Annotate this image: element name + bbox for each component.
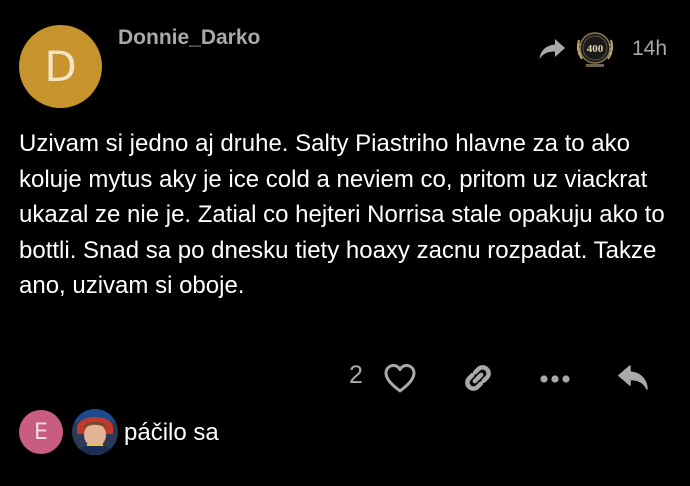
liker-avatar[interactable]: E (19, 410, 63, 454)
link-icon[interactable] (462, 362, 494, 394)
badge-text: 400 (587, 43, 604, 55)
avatar[interactable]: D (19, 25, 102, 108)
heart-icon[interactable] (383, 362, 417, 394)
post-body: Uzivam si jedno aj druhe. Salty Piastrih… (19, 130, 665, 299)
avatar-letter: D (44, 42, 77, 91)
post: D Donnie_Darko 400 14h Uzivam si jedno a… (0, 0, 690, 486)
likers-label: páčilo sa (124, 419, 219, 446)
badge-400-icon[interactable]: 400 (573, 28, 617, 72)
share-icon[interactable] (538, 37, 566, 61)
liker-photo-avatar[interactable] (71, 408, 119, 456)
username[interactable]: Donnie_Darko (118, 26, 260, 50)
more-icon[interactable] (538, 362, 572, 394)
post-actions: 2 (0, 358, 690, 398)
reply-icon[interactable] (617, 362, 653, 396)
like-count[interactable]: 2 (349, 361, 363, 390)
liker-avatar-letter: E (34, 419, 48, 445)
post-time[interactable]: 14h (632, 37, 667, 61)
